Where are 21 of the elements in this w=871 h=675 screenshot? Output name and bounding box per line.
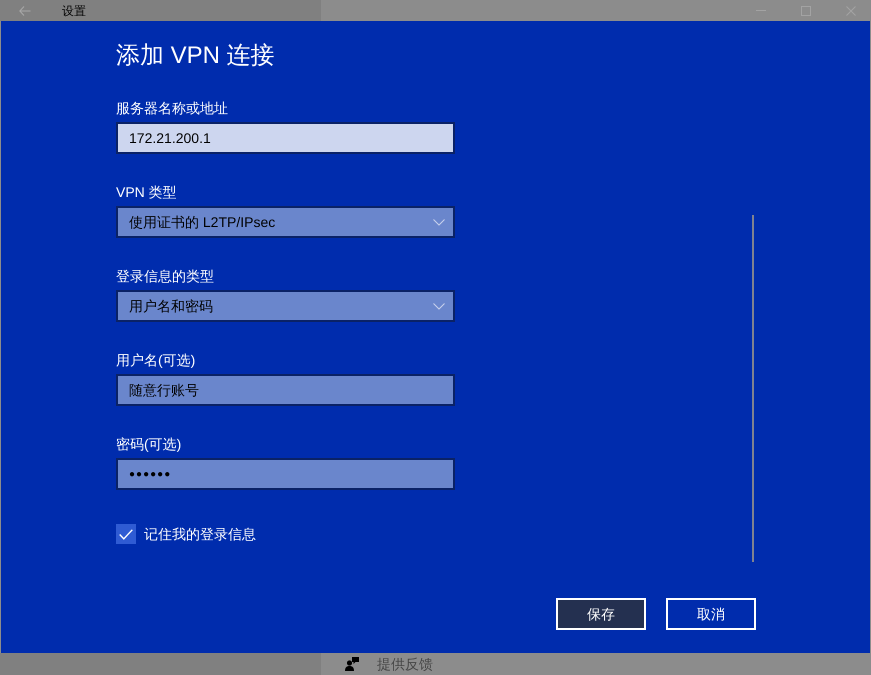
checkbox[interactable] [116, 524, 136, 544]
password-input[interactable]: ●●●●●● [116, 458, 455, 490]
cancel-button[interactable]: 取消 [666, 598, 756, 630]
dialog-title: 添加 VPN 连接 [116, 41, 276, 71]
dropdown[interactable]: 使用证书的 L2TP/IPsec [116, 206, 455, 238]
field-label: 服务器名称或地址 [116, 99, 229, 118]
checkbox-label: 记住我的登录信息 [144, 525, 256, 544]
save-button[interactable]: 保存 [556, 598, 646, 630]
text-input[interactable]: 随意行账号 [116, 374, 455, 406]
field-label: 用户名(可选) [116, 351, 196, 370]
dropdown[interactable]: 用户名和密码 [116, 290, 455, 322]
text-input[interactable]: 172.21.200.1 [116, 122, 455, 154]
window-title: 设置 [62, 2, 86, 18]
field-label: 登录信息的类型 [116, 267, 215, 286]
field-label: 密码(可选) [116, 435, 182, 454]
feedback-icon [345, 657, 359, 671]
chevron-down-icon [433, 218, 445, 226]
chevron-down-icon [433, 302, 445, 310]
field-label: VPN 类型 [116, 183, 178, 202]
checkmark-icon [119, 528, 133, 540]
back-arrow-icon[interactable] [19, 6, 31, 16]
